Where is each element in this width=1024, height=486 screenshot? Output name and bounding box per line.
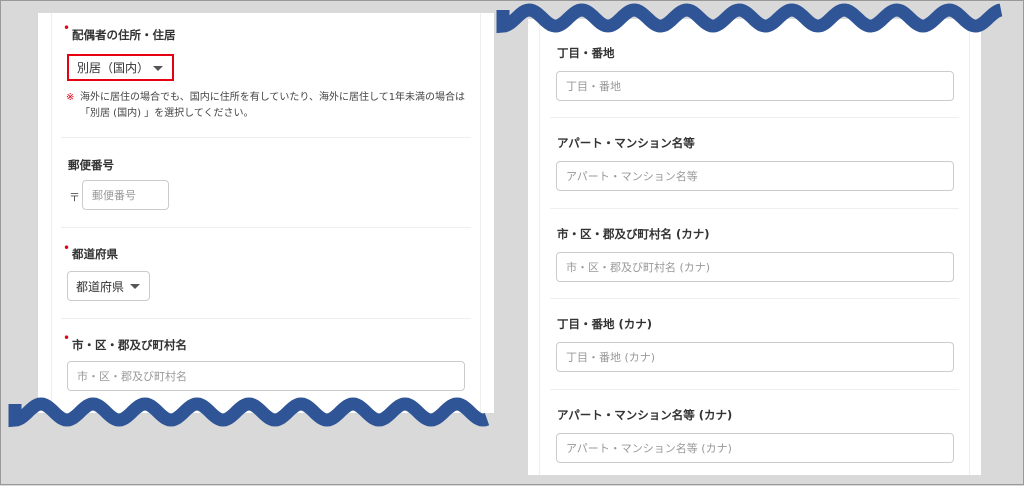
- wave-cut-right: [496, 3, 1003, 34]
- wave-cut-left: [8, 397, 490, 428]
- wave-dividers: [8, 3, 1003, 428]
